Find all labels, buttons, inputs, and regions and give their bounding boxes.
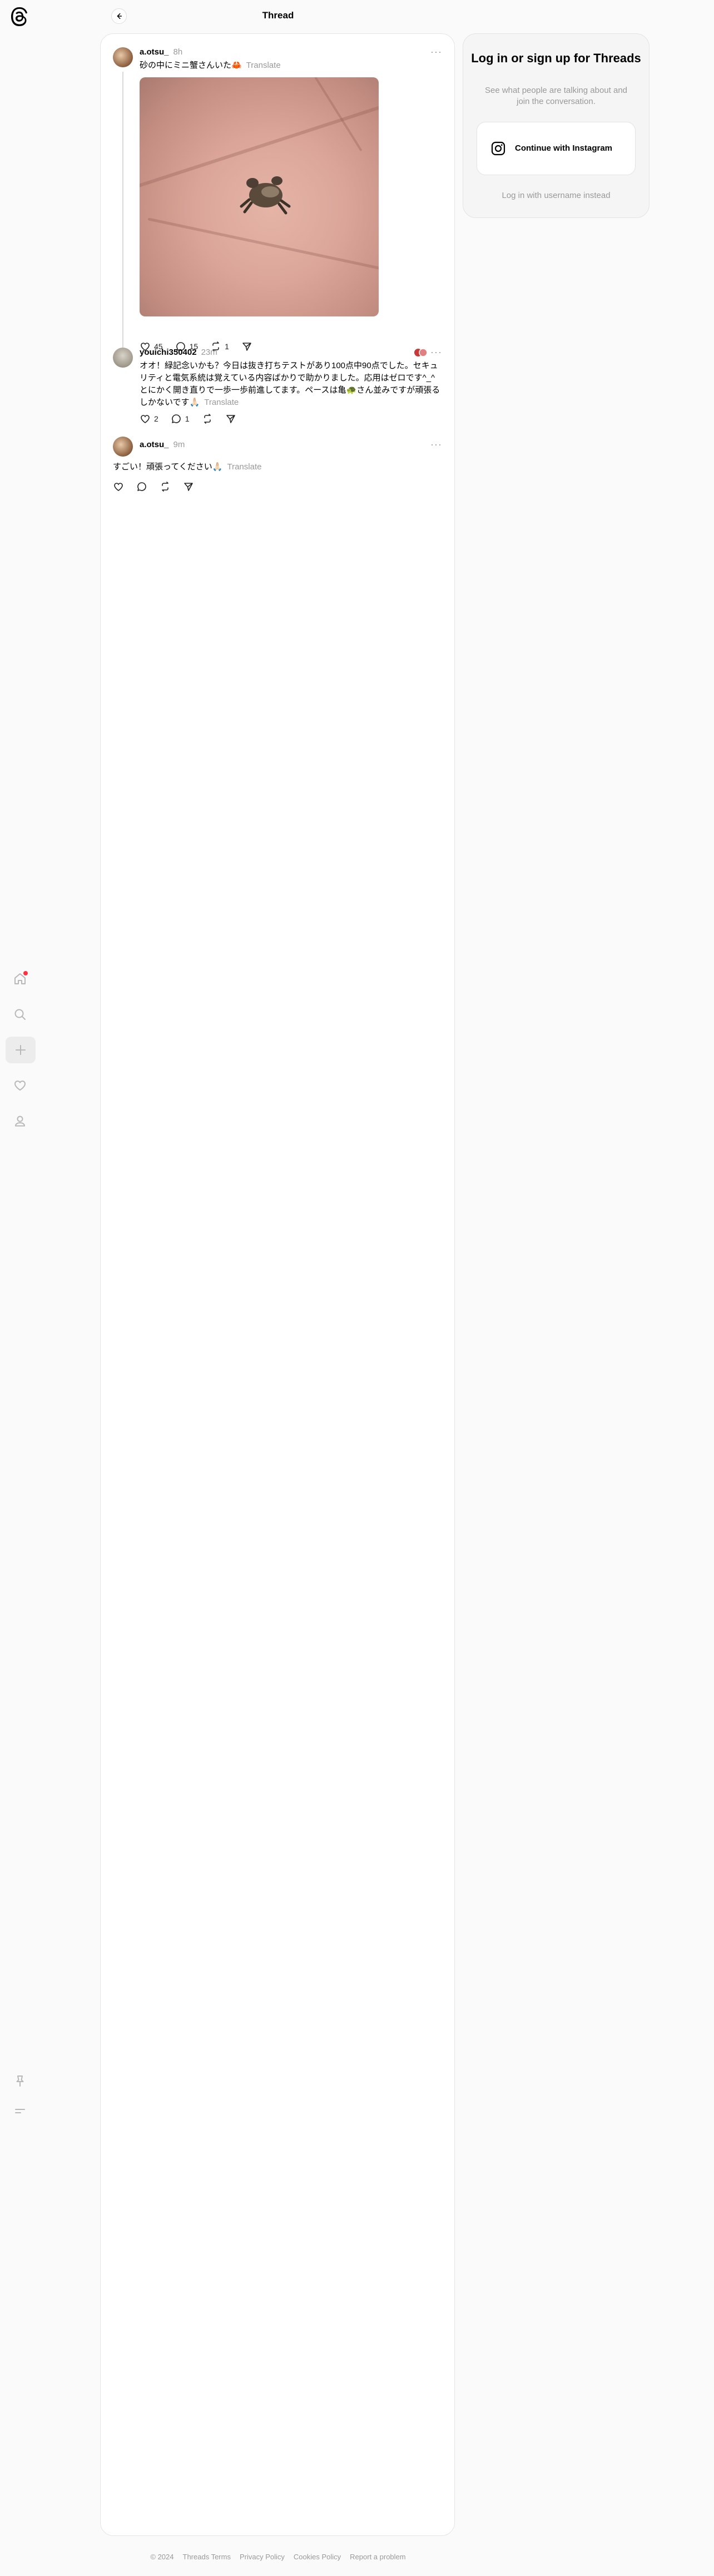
reply-button[interactable]: [136, 481, 147, 492]
more-options-button[interactable]: ···: [430, 439, 442, 450]
thread-line: [122, 72, 123, 355]
copyright: © 2024: [150, 2553, 174, 2561]
like-button[interactable]: 2: [140, 413, 158, 424]
heart-icon[interactable]: [10, 1076, 30, 1096]
reply-count: 1: [185, 414, 190, 423]
reply-avatars-icon: [414, 348, 428, 357]
username[interactable]: youichi350402: [140, 348, 197, 357]
like-count: 2: [154, 414, 158, 423]
continue-with-instagram-button[interactable]: Continue with Instagram: [477, 122, 636, 175]
login-title: Log in or sign up for Threads: [471, 51, 641, 65]
heart-icon: [114, 483, 123, 491]
translate-link[interactable]: Translate: [227, 462, 261, 472]
profile-icon[interactable]: [10, 1111, 30, 1131]
repost-button[interactable]: [202, 413, 213, 424]
login-card: Log in or sign up for Threads See what p…: [463, 33, 649, 218]
repost-button[interactable]: [160, 481, 171, 492]
reply-button[interactable]: 1: [171, 413, 190, 424]
comment-icon: [171, 414, 181, 423]
pin-icon[interactable]: [10, 2071, 30, 2091]
notification-dot: [23, 971, 28, 975]
reply-post: youichi350402 23m ··· オオ！緑記念いかも？今日は抜き打ちテ…: [113, 346, 442, 425]
post-text: すごい！頑張ってください🙏🏻 Translate: [113, 461, 442, 473]
repost-icon: [204, 414, 211, 424]
timestamp: 23m: [201, 348, 217, 357]
crab-icon: [240, 176, 291, 215]
repost-icon: [162, 482, 168, 492]
report-link[interactable]: Report a problem: [350, 2553, 405, 2561]
username[interactable]: a.otsu_: [140, 47, 169, 57]
translate-link[interactable]: Translate: [246, 61, 281, 70]
post-actions: 2 1: [140, 413, 236, 424]
post-text: 砂の中にミニ蟹さんいた🦀 Translate: [140, 60, 442, 72]
post-text: オオ！緑記念いかも？今日は抜き打ちテストがあり100点中90点でした。セキュリテ…: [140, 360, 442, 409]
instagram-icon: [491, 141, 505, 156]
timestamp: 9m: [173, 440, 185, 449]
username[interactable]: a.otsu_: [140, 440, 169, 449]
post-actions: [113, 481, 194, 492]
send-icon: [226, 415, 235, 423]
share-button[interactable]: [183, 481, 194, 492]
instagram-button-label: Continue with Instagram: [515, 143, 613, 153]
like-button[interactable]: [113, 481, 124, 492]
login-username-link[interactable]: Log in with username instead: [463, 191, 649, 200]
login-subtitle: See what people are talking about and jo…: [484, 86, 628, 106]
post-body: 砂の中にミニ蟹さんいた🦀: [140, 61, 242, 70]
post-main: a.otsu_ 8h ··· 砂の中にミニ蟹さんいた🦀Translate 45: [113, 46, 442, 359]
reply-post: a.otsu_ 9m ··· すごい！頑張ってください🙏🏻 Translate: [113, 437, 442, 498]
more-options-button[interactable]: ···: [430, 346, 442, 358]
more-options-button[interactable]: ···: [430, 46, 442, 58]
cookies-link[interactable]: Cookies Policy: [294, 2553, 341, 2561]
post-body: すごい！頑張ってください🙏🏻: [113, 462, 223, 472]
send-icon: [184, 483, 193, 491]
post-body: オオ！緑記念いかも？今日は抜き打ちテストがあり100点中90点でした。セキュリテ…: [140, 361, 440, 407]
translate-link[interactable]: Translate: [204, 398, 239, 407]
avatar[interactable]: [113, 47, 133, 67]
share-button[interactable]: [225, 413, 236, 424]
search-icon[interactable]: [10, 1004, 30, 1024]
terms-link[interactable]: Threads Terms: [183, 2553, 231, 2561]
page-title: Thread: [262, 10, 294, 21]
heart-icon: [141, 415, 150, 423]
comment-icon: [137, 482, 146, 491]
avatar[interactable]: [113, 437, 133, 457]
create-icon[interactable]: [6, 1037, 36, 1063]
avatar[interactable]: [113, 348, 133, 368]
menu-icon[interactable]: [10, 2101, 30, 2121]
thread-column: a.otsu_ 8h ··· 砂の中にミニ蟹さんいた🦀Translate 45: [100, 33, 455, 2536]
privacy-link[interactable]: Privacy Policy: [240, 2553, 285, 2561]
footer: © 2024 Threads Terms Privacy Policy Cook…: [0, 2553, 556, 2561]
timestamp: 8h: [173, 47, 183, 57]
home-icon[interactable]: [10, 969, 30, 989]
post-image[interactable]: [140, 77, 379, 316]
